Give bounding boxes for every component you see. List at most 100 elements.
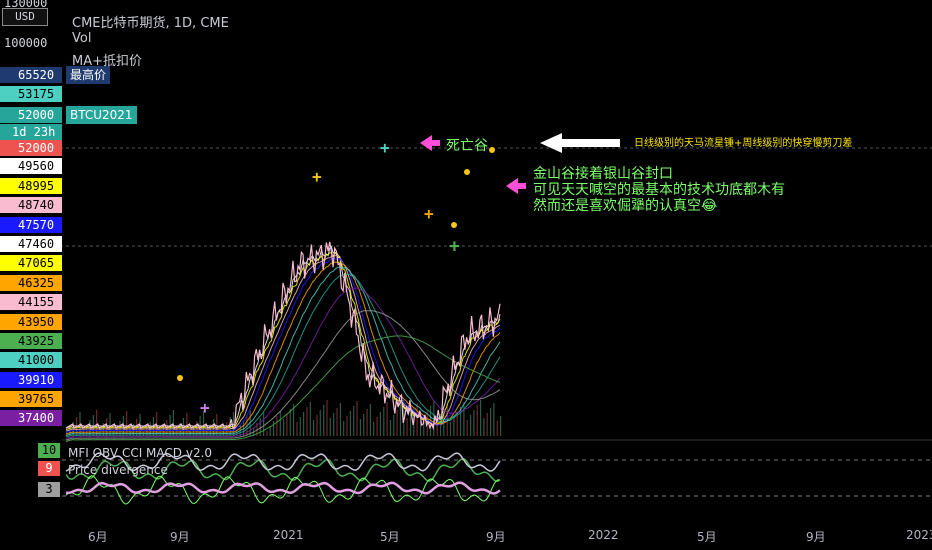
price-box: 47460 xyxy=(0,236,62,252)
cross-marker: + xyxy=(449,236,460,257)
oscillator-pink-line xyxy=(65,481,501,495)
volume-bar xyxy=(463,402,465,436)
volume-bar xyxy=(296,422,298,436)
volume-bar xyxy=(216,414,218,436)
volume-bar xyxy=(373,422,375,436)
volume-bar xyxy=(343,421,345,436)
x-tick-label: 5月 xyxy=(697,530,717,544)
price-label-100000: 100000 xyxy=(4,36,48,50)
volume-bar xyxy=(453,417,455,436)
volume-bar xyxy=(306,407,308,436)
volume-bar xyxy=(369,404,371,436)
oscillator-title[interactable]: MFI OBV CCI MACD v2.0 xyxy=(68,446,212,460)
volume-bar xyxy=(473,410,475,436)
price-box: 49560 xyxy=(0,158,62,174)
x-tick-label: 2022 xyxy=(588,528,619,542)
price-box: 37400 xyxy=(0,410,62,426)
volume-bar xyxy=(333,413,335,436)
countdown-label: 1d 23h xyxy=(0,124,62,140)
volume-bar xyxy=(449,422,452,436)
price-series xyxy=(65,241,501,431)
divergence-label[interactable]: Price divergence xyxy=(68,463,168,477)
volume-bar xyxy=(303,412,305,436)
signal-dot xyxy=(451,222,457,228)
symbol-title[interactable]: CME比特币期货, 1D, CME xyxy=(72,12,229,31)
volume-bar xyxy=(326,400,328,436)
price-box: 41000 xyxy=(0,352,62,368)
volume-bar xyxy=(359,419,361,436)
volume-bar xyxy=(363,414,365,436)
price-axis[interactable]: 130000 USD 100000 65520 53175 52000 52000 49… xyxy=(0,0,62,550)
volume-bar xyxy=(500,416,502,436)
volume-bar xyxy=(266,431,268,436)
volume-bar xyxy=(92,415,94,436)
volume-bar xyxy=(339,403,341,436)
ma-line xyxy=(65,245,501,429)
volume-bar xyxy=(386,402,388,436)
volume-bar xyxy=(476,405,478,436)
price-box: 39765 xyxy=(0,391,62,407)
ma-line xyxy=(65,273,501,438)
contract-tag: BTCU2021 xyxy=(66,106,137,124)
volume-bar xyxy=(186,413,188,436)
price-box: 43950 xyxy=(0,314,62,330)
vol-indicator-label[interactable]: Vol xyxy=(72,31,91,46)
price-box: 52000 xyxy=(0,140,62,156)
price-box: 52000 xyxy=(0,107,62,123)
volume-bar xyxy=(349,411,351,436)
volume-bar xyxy=(286,414,288,436)
volume-bar xyxy=(393,415,395,436)
volume-bar xyxy=(299,417,301,436)
price-box: 46325 xyxy=(0,275,62,291)
volume-bar xyxy=(480,400,482,436)
volume-bar xyxy=(289,409,291,436)
volume-bar xyxy=(379,412,381,436)
volume-bar xyxy=(466,420,468,436)
volume-bar xyxy=(490,408,492,436)
price-box: 48995 xyxy=(0,178,62,194)
price-box: 65520 xyxy=(0,67,62,83)
price-box: 48740 xyxy=(0,197,62,213)
subpanel-scale-label: 10 xyxy=(38,443,60,458)
volume-bar xyxy=(323,405,325,436)
volume-bar xyxy=(353,406,355,436)
x-tick-label: 9月 xyxy=(486,530,506,544)
x-tick-label: 9月 xyxy=(170,530,190,544)
x-tick-label: 2021 xyxy=(273,528,304,542)
top-note: 日线级别的天马流星锤+周线级别的快穿慢剪刀差 xyxy=(634,138,853,149)
volume-bar xyxy=(316,415,318,436)
volume-bar xyxy=(406,418,408,436)
volume-bar xyxy=(263,413,265,436)
volume-bar xyxy=(483,418,485,436)
volume-bar xyxy=(399,405,401,436)
volume-bar xyxy=(109,413,111,436)
volume-bar xyxy=(232,412,235,436)
price-box: 47065 xyxy=(0,255,62,271)
volume-bar xyxy=(396,410,398,436)
volume-bar xyxy=(319,410,321,436)
x-tick-label: 2023 xyxy=(906,528,932,542)
price-box: 53175 xyxy=(0,86,62,102)
subpanel-scale-label: 9 xyxy=(38,461,60,476)
magenta-arrow-icon xyxy=(506,178,526,194)
volume-bar xyxy=(346,416,348,436)
volume-bar xyxy=(493,403,495,436)
volume-bar xyxy=(276,416,278,436)
volume-bar xyxy=(416,403,418,436)
volume-bar xyxy=(269,426,271,436)
volume-bar xyxy=(259,418,261,436)
signal-dot xyxy=(489,147,495,153)
ma-line xyxy=(65,251,501,430)
volume-bar xyxy=(329,418,331,436)
signal-dot xyxy=(177,375,183,381)
volume-bar xyxy=(283,419,285,436)
magenta-arrow-icon xyxy=(420,135,440,151)
death-valley-note: 死亡谷 xyxy=(446,138,488,154)
white-arrow-icon xyxy=(540,133,620,153)
right-note-3: 然而还是喜欢倔犟的认真空😂 xyxy=(533,198,718,214)
signal-dot xyxy=(464,169,470,175)
cross-marker: + xyxy=(312,167,322,186)
currency-button[interactable]: USD xyxy=(2,8,48,26)
volume-bar xyxy=(336,408,338,436)
price-box: 39910 xyxy=(0,372,62,388)
